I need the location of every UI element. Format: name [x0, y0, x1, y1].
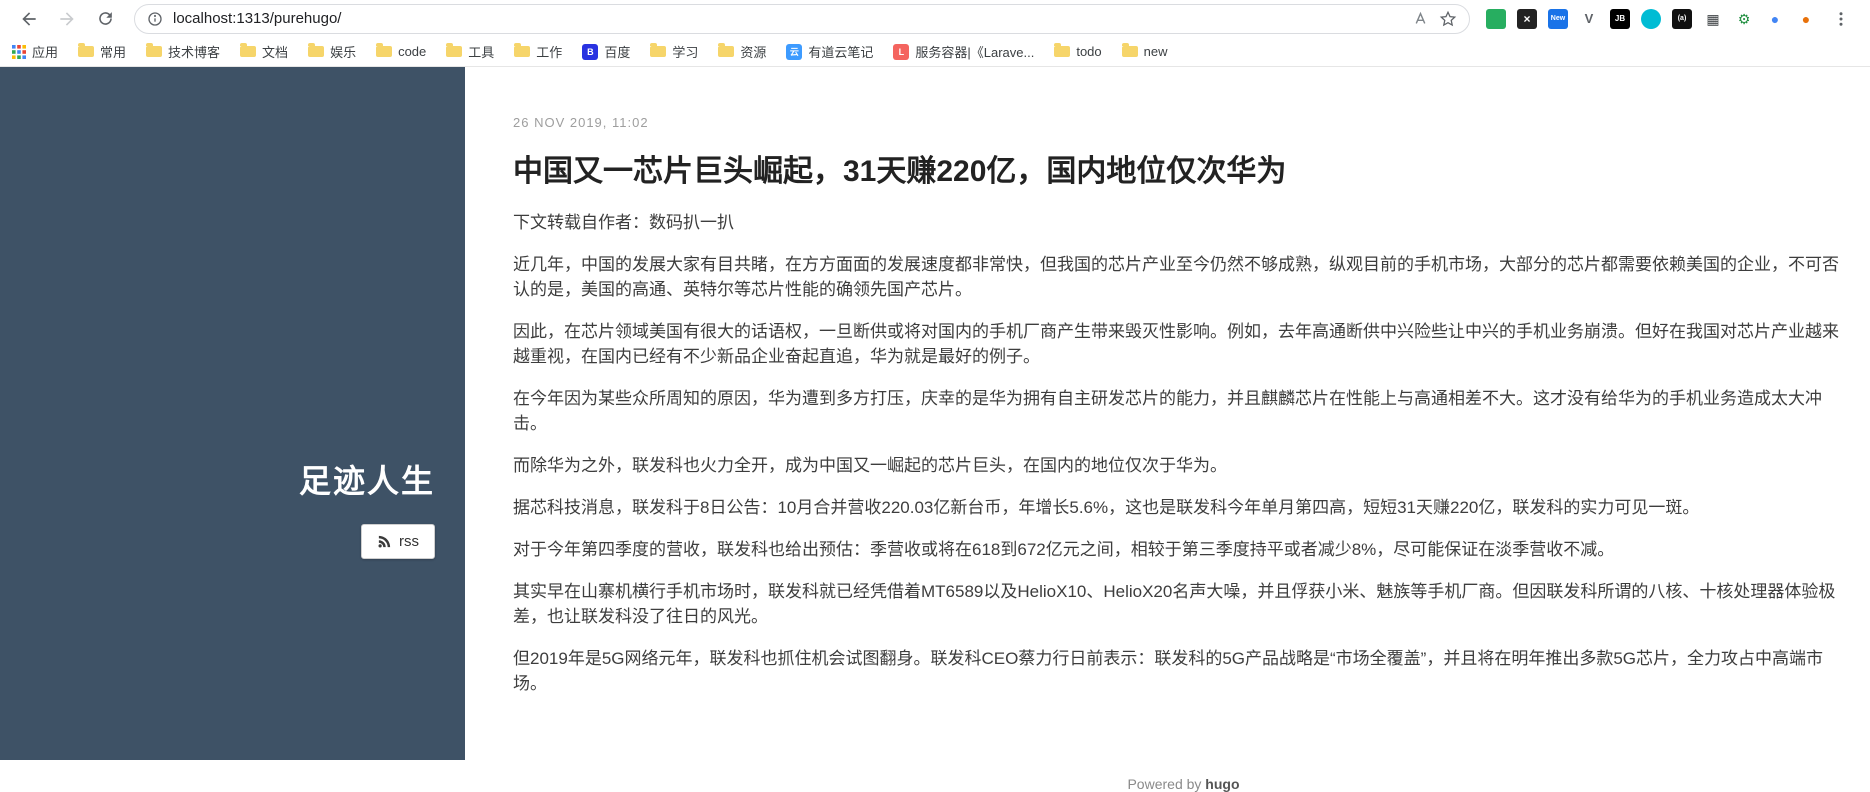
forward-button[interactable]	[52, 4, 82, 34]
bookmark-item[interactable]: code	[376, 43, 427, 59]
folder-icon	[308, 43, 325, 57]
folder-icon	[240, 43, 257, 57]
bookmark-item[interactable]: 常用	[78, 42, 126, 61]
bookmark-label: 百度	[604, 45, 631, 60]
bookmark-label: 娱乐	[330, 45, 357, 60]
article-paragraph: 在今年因为某些众所周知的原因，华为遭到多方打压，庆幸的是华为拥有自主研发芯片的能…	[513, 389, 1822, 433]
baidu-icon: B	[582, 43, 599, 60]
article-area: 26 NOV 2019, 11:02 中国又一芯片巨头崛起，31天赚220亿，国…	[465, 67, 1870, 792]
extension-icon-3[interactable]: New	[1548, 8, 1568, 29]
bookmarks-bar: 应用 常用 技术博客 文档 娱乐 code 工具 工作 B 百度 学习 资源 云有…	[0, 37, 1870, 67]
blog-sidebar: 足迹人生 rss	[0, 67, 465, 760]
bookmark-label: 技术博客	[168, 45, 221, 60]
bookmark-label: 资源	[740, 45, 767, 60]
article-paragraph: 而除华为之外，联发科也火力全开，成为中国又一崛起的芯片巨头，在国内的地位仅次于华…	[513, 456, 1227, 475]
bookmark-item[interactable]: 工作	[514, 42, 562, 61]
bookmark-item[interactable]: todo	[1054, 43, 1102, 59]
bookmark-item-baidu[interactable]: B 百度	[582, 42, 630, 61]
folder-icon	[718, 43, 735, 57]
rss-button[interactable]: rss	[361, 524, 435, 559]
powered-by-text: Powered by	[1127, 776, 1202, 792]
bookmark-label: 学习	[672, 45, 699, 60]
url-text[interactable]: localhost:1313/purehugo/	[173, 10, 1402, 27]
bookmark-item-laravel[interactable]: L 服务容器|《Larave...	[893, 42, 1034, 61]
blog-title[interactable]: 足迹人生	[299, 456, 435, 502]
bookmark-label: 有道云笔记	[808, 45, 874, 60]
article-paragraph: 对于今年第四季度的营收，联发科也给出预估：季营收或将在618到672亿元之间，相…	[513, 540, 1615, 559]
extension-icon-9[interactable]: ⚙	[1734, 9, 1754, 29]
rss-label: rss	[399, 533, 419, 550]
bookmark-label: 工作	[536, 45, 563, 60]
address-bar[interactable]: localhost:1313/purehugo/	[134, 3, 1470, 34]
rss-row: rss	[0, 524, 435, 559]
bookmark-item[interactable]: 资源	[718, 42, 766, 61]
powered-by-footer: Powered by hugo	[513, 776, 1854, 792]
browser-chrome: localhost:1313/purehugo/ × New V JB (a) …	[0, 0, 1870, 67]
youdao-icon: 云	[786, 43, 803, 60]
article-paragraph: 近几年，中国的发展大家有目共睹，在方方面面的发展速度都非常快，但我国的芯片产业至…	[513, 255, 1839, 299]
extension-icon-10[interactable]: ●	[1765, 9, 1785, 29]
page-info-icon[interactable]	[147, 11, 163, 27]
rss-icon	[378, 535, 391, 548]
folder-icon	[1121, 43, 1138, 57]
folder-icon	[514, 43, 531, 57]
chrome-menu-button[interactable]	[1826, 4, 1856, 34]
kebab-menu-icon	[1839, 11, 1843, 26]
extension-icon-2[interactable]: ×	[1517, 8, 1537, 29]
refresh-button[interactable]	[90, 4, 120, 34]
extension-icon-8[interactable]: ▦	[1703, 9, 1723, 29]
extension-icon-1[interactable]	[1486, 8, 1506, 29]
bookmark-star-icon[interactable]	[1439, 10, 1457, 28]
article-paragraph: 但2019年是5G网络元年，联发科也抓住机会试图翻身。联发科CEO蔡力行日前表示…	[513, 649, 1824, 693]
bookmark-item-youdao[interactable]: 云有道云笔记	[786, 42, 873, 61]
folder-icon	[376, 43, 393, 57]
browser-toolbar: localhost:1313/purehugo/ × New V JB (a) …	[0, 0, 1870, 37]
back-button[interactable]	[14, 4, 44, 34]
forward-arrow-icon	[60, 11, 74, 26]
bookmark-item[interactable]: 技术博客	[146, 42, 220, 61]
extension-icon-4[interactable]: V	[1579, 9, 1599, 29]
folder-icon	[650, 43, 667, 57]
bookmark-label: new	[1143, 44, 1168, 59]
page-content: 足迹人生 rss 26 NOV 2019, 11:02 中国又一芯片巨头崛起，3…	[0, 67, 1870, 792]
bookmark-label: 应用	[32, 45, 59, 60]
bookmark-label: code	[398, 44, 427, 59]
extension-icon-5[interactable]: JB	[1610, 8, 1630, 29]
bookmark-item[interactable]: 学习	[650, 42, 698, 61]
post-title: 中国又一芯片巨头崛起，31天赚220亿，国内地位仅次华为	[513, 155, 1287, 188]
article-paragraph: 因此，在芯片领域美国有很大的话语权，一旦断供或将对国内的手机厂商产生带来毁灭性影…	[513, 322, 1839, 366]
extension-icon-11[interactable]: ●	[1796, 9, 1816, 29]
translate-icon[interactable]	[1412, 10, 1429, 27]
refresh-icon	[98, 12, 112, 25]
bookmark-item[interactable]: 文档	[240, 42, 288, 61]
folder-icon	[146, 43, 163, 57]
extension-icon-7[interactable]: (a)	[1672, 8, 1692, 29]
bookmark-item[interactable]: 娱乐	[308, 42, 356, 61]
article-author-line: 下文转载自作者：数码扒一扒	[513, 213, 734, 232]
bookmark-label: 文档	[262, 45, 289, 60]
back-arrow-icon	[22, 11, 36, 26]
extension-icon-6[interactable]	[1641, 8, 1661, 29]
article-paragraph: 据芯科技消息，联发科于8日公告：10月合并营收220.03亿新台币，年增长5.6…	[513, 498, 1700, 517]
laravel-icon: L	[893, 43, 910, 60]
post-date: 26 NOV 2019, 11:02	[513, 115, 649, 130]
folder-icon	[446, 43, 463, 57]
bookmark-item[interactable]: 工具	[446, 42, 494, 61]
bookmark-item[interactable]: new	[1121, 43, 1168, 59]
hugo-link[interactable]: hugo	[1205, 776, 1239, 792]
bookmark-label: 工具	[468, 45, 495, 60]
apps-grid-icon	[12, 44, 26, 59]
bookmark-label: 服务容器|《Larave...	[915, 45, 1035, 60]
extensions-row: × New V JB (a) ▦ ⚙ ● ●	[1486, 8, 1816, 29]
folder-icon	[78, 43, 95, 57]
bookmark-label: todo	[1076, 44, 1102, 59]
folder-icon	[1054, 43, 1071, 57]
bookmark-label: 常用	[100, 45, 127, 60]
article-paragraph: 其实早在山寨机横行手机市场时，联发科就已经凭借着MT6589以及HelioX10…	[513, 582, 1836, 626]
bookmark-item-apps[interactable]: 应用	[12, 42, 58, 61]
